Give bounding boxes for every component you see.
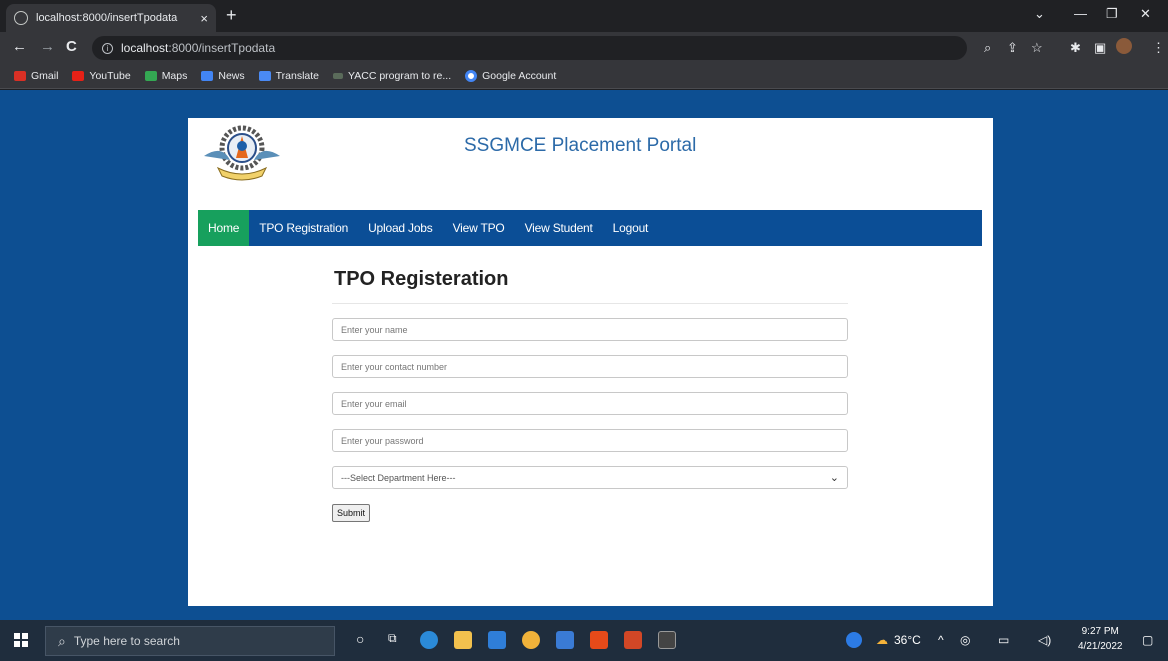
- registration-form: TPO Registeration Enter your name Enter …: [332, 268, 848, 522]
- nav-view-tpo[interactable]: View TPO: [443, 210, 515, 246]
- news-icon: [201, 71, 214, 81]
- clock-time: 9:27 PM: [1081, 626, 1119, 637]
- mail-icon[interactable]: [488, 631, 506, 649]
- department-select[interactable]: ---Select Department Here--- ⌄: [332, 466, 848, 489]
- minimize-icon[interactable]: —: [1074, 6, 1087, 21]
- tab-close-icon[interactable]: ×: [200, 11, 208, 26]
- taskbar-search-placeholder: Type here to search: [73, 634, 180, 648]
- clock-date: 4/21/2022: [1078, 641, 1123, 652]
- share-icon[interactable]: ⇪: [1007, 40, 1018, 56]
- windows-start-icon[interactable]: [14, 633, 28, 647]
- weather-icon: ☁: [876, 633, 888, 647]
- tab-search-icon[interactable]: ⌄: [1034, 6, 1045, 22]
- bookmark-yacc[interactable]: YACC program to re...: [333, 70, 451, 82]
- maps-icon: [144, 71, 157, 81]
- bookmark-youtube[interactable]: YouTube: [72, 70, 131, 82]
- name-input[interactable]: Enter your name: [332, 318, 848, 341]
- page-viewport: SSGMCE Placement Portal Home TPO Registr…: [0, 90, 1168, 620]
- page-container: SSGMCE Placement Portal Home TPO Registr…: [188, 118, 993, 606]
- search-icon: ⌕: [58, 632, 66, 649]
- help-icon[interactable]: [846, 632, 862, 648]
- system-clock[interactable]: 9:27 PM 4/21/2022: [1078, 624, 1123, 654]
- file-explorer-icon[interactable]: [454, 631, 472, 649]
- nav-logout[interactable]: Logout: [603, 210, 659, 246]
- youtube-icon: [72, 71, 85, 81]
- battery-icon[interactable]: ▭: [998, 633, 1009, 647]
- forward-icon[interactable]: →: [40, 39, 55, 55]
- bookmark-maps[interactable]: Maps: [144, 70, 187, 82]
- bookmarks-bar: Gmail YouTube Maps News Translate YACC p…: [0, 64, 1168, 89]
- close-window-icon[interactable]: ✕: [1140, 6, 1151, 22]
- notifications-icon[interactable]: ▢: [1142, 633, 1153, 647]
- temperature[interactable]: 36°C: [894, 633, 921, 647]
- side-panel-icon[interactable]: ▣: [1094, 40, 1106, 56]
- nav-home[interactable]: Home: [198, 210, 250, 246]
- bookmark-news[interactable]: News: [201, 70, 245, 82]
- menu-icon[interactable]: ⋮: [1152, 40, 1165, 56]
- contact-input[interactable]: Enter your contact number: [332, 355, 848, 378]
- chrome-icon[interactable]: [522, 631, 540, 649]
- yacc-icon: [333, 73, 344, 79]
- email-input[interactable]: Enter your email: [332, 392, 848, 415]
- windows-taskbar: ⌕ Type here to search ○ ⧉ ☁ 36°C ^ ◎ ▭ ◁…: [0, 620, 1168, 661]
- bookmark-translate[interactable]: Translate: [258, 70, 319, 82]
- extensions-icon[interactable]: ✱: [1070, 40, 1081, 56]
- password-input[interactable]: Enter your password: [332, 429, 848, 452]
- bookmark-star-icon[interactable]: ☆: [1031, 40, 1043, 56]
- taskbar-search[interactable]: ⌕ Type here to search: [45, 626, 335, 656]
- college-logo: [204, 125, 280, 181]
- url-host: localhost: [121, 41, 169, 55]
- office-icon[interactable]: [590, 631, 608, 649]
- url-path: :8000/insertTpodata: [168, 41, 276, 55]
- edge-icon[interactable]: [420, 631, 438, 649]
- globe-icon: [14, 11, 28, 25]
- submit-button[interactable]: Submit: [332, 504, 371, 522]
- back-icon[interactable]: ←: [12, 39, 27, 55]
- bookmark-gmail[interactable]: Gmail: [14, 70, 58, 82]
- volume-icon[interactable]: ◁): [1038, 633, 1051, 647]
- nav-upload-jobs[interactable]: Upload Jobs: [358, 210, 443, 246]
- address-bar[interactable]: i localhost:8000/insertTpodata: [92, 36, 967, 60]
- zoom-icon[interactable]: ⌕: [984, 40, 991, 56]
- chevron-down-icon: ⌄: [829, 472, 839, 484]
- chevron-up-icon[interactable]: ^: [938, 633, 944, 647]
- translate-icon: [258, 71, 271, 81]
- main-nav: Home TPO Registration Upload Jobs View T…: [198, 210, 982, 246]
- tab-title: localhost:8000/insertTpodata: [36, 12, 178, 24]
- store-icon[interactable]: [556, 631, 574, 649]
- form-divider: [332, 303, 848, 304]
- google-icon: [465, 70, 478, 82]
- portal-title: SSGMCE Placement Portal: [464, 135, 697, 156]
- reload-icon[interactable]: C: [66, 39, 77, 55]
- browser-toolbar: ← → C i localhost:8000/insertTpodata ⌕ ⇪…: [0, 32, 1168, 64]
- browser-tab-strip: localhost:8000/insertTpodata × + ⌄ — ❐ ✕: [0, 0, 1168, 32]
- nav-view-student[interactable]: View Student: [515, 210, 603, 246]
- restore-icon[interactable]: ❐: [1106, 6, 1118, 22]
- gmail-icon: [14, 71, 26, 81]
- terminal-icon[interactable]: [658, 631, 676, 649]
- task-view-icon[interactable]: ⧉: [388, 631, 397, 646]
- nav-tpo-registration[interactable]: TPO Registration: [249, 210, 358, 246]
- bookmark-google-account[interactable]: Google Account: [465, 70, 556, 82]
- info-icon[interactable]: i: [102, 42, 113, 54]
- new-tab-button[interactable]: +: [226, 6, 237, 24]
- network-icon[interactable]: ◎: [960, 633, 970, 647]
- department-select-value: ---Select Department Here---: [341, 472, 456, 483]
- powerpoint-icon[interactable]: [624, 631, 642, 649]
- form-title: TPO Registeration: [334, 268, 509, 290]
- browser-tab[interactable]: localhost:8000/insertTpodata ×: [6, 4, 216, 32]
- cortana-icon[interactable]: ○: [356, 631, 364, 647]
- profile-avatar[interactable]: [1116, 38, 1132, 54]
